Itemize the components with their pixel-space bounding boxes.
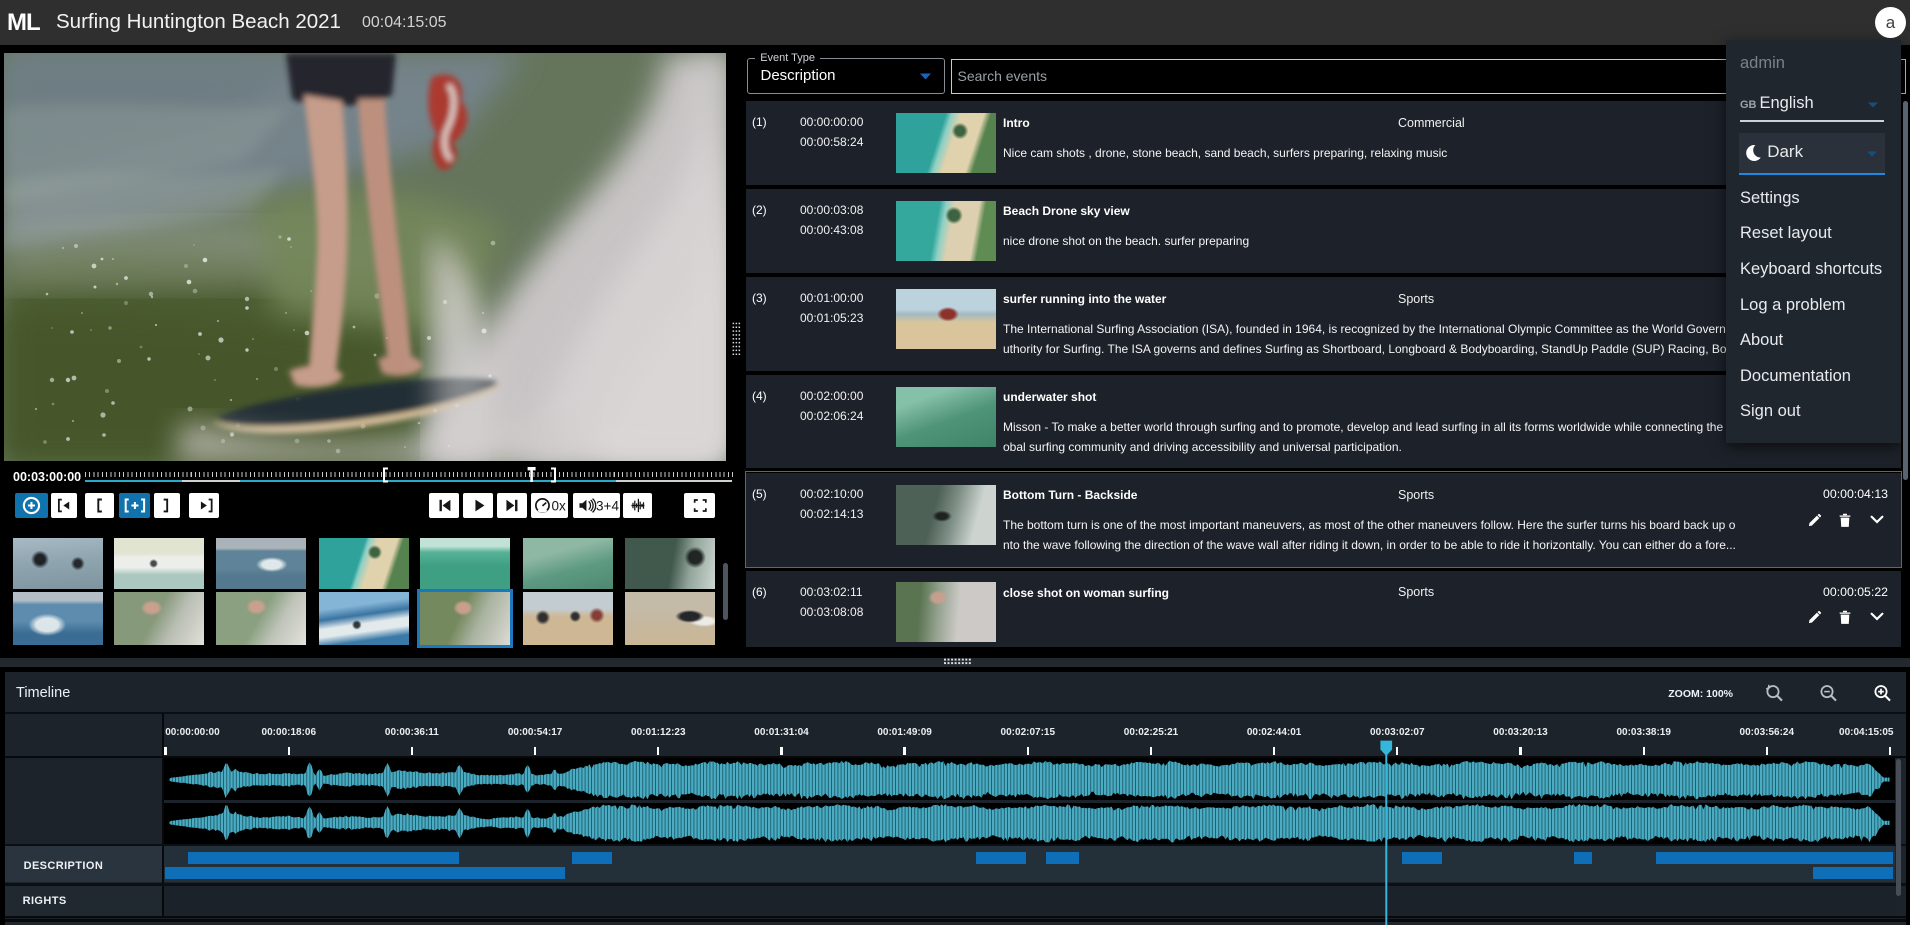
svg-text:3+4: 3+4 [596,498,619,513]
svg-text:0x: 0x [552,498,567,513]
